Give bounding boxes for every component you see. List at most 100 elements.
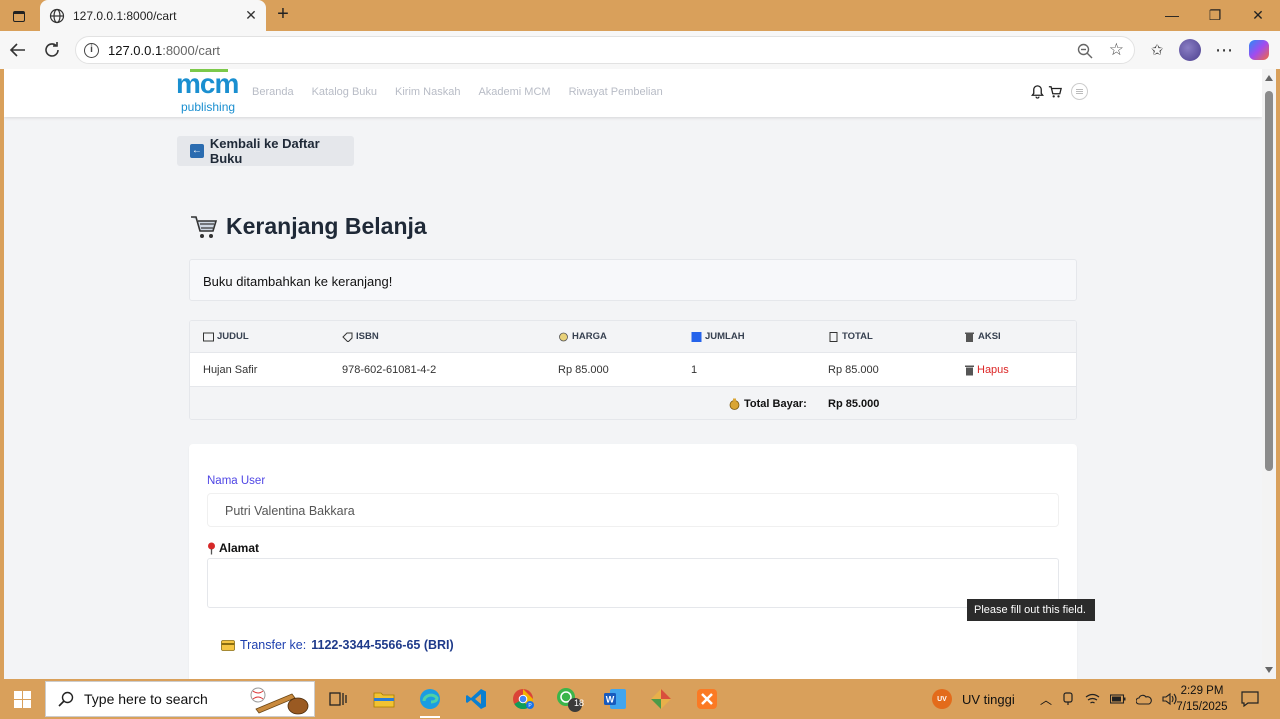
delete-label: Hapus <box>977 364 1009 376</box>
scrollbar-thumb[interactable] <box>1265 91 1273 471</box>
scroll-down-icon[interactable] <box>1265 667 1273 673</box>
price-icon <box>559 332 568 341</box>
pushpin-icon <box>208 542 215 554</box>
new-tab-button[interactable]: + <box>272 4 294 26</box>
window-frame <box>1276 69 1280 679</box>
zoom-icon[interactable] <box>1076 42 1094 60</box>
total-label: Total Bayar: <box>729 398 807 410</box>
menu-riwayat-pembelian[interactable]: Riwayat Pembelian <box>569 86 663 98</box>
vscode-icon <box>466 689 486 709</box>
tab-actions-button[interactable] <box>8 5 30 27</box>
page-scrollbar[interactable] <box>1262 69 1276 679</box>
transfer-info: Transfer ke: 1122-3344-5566-65 (BRI) <box>221 638 454 652</box>
favorite-star-icon[interactable]: ☆ <box>1109 40 1124 60</box>
file-explorer-button[interactable] <box>364 683 404 715</box>
logo-subtitle: publishing <box>181 100 236 114</box>
start-button[interactable] <box>0 679 44 719</box>
menu-beranda[interactable]: Beranda <box>252 86 294 98</box>
baseball-illustration-icon <box>250 687 309 715</box>
close-tab-icon[interactable]: ✕ <box>242 7 260 25</box>
taskbar: Type here to search P 18 W UV UV tinggi <box>0 679 1280 719</box>
meet-now-icon[interactable] <box>1062 692 1075 706</box>
uv-sun-icon: UV <box>932 689 952 709</box>
browser-tab[interactable]: 127.0.0.1:8000/cart ✕ <box>40 0 266 31</box>
bell-icon[interactable] <box>1030 84 1045 99</box>
back-to-books-button[interactable]: ← Kembali ke Daftar Buku <box>177 136 354 166</box>
refresh-icon[interactable] <box>41 39 63 61</box>
chevron-up-icon[interactable]: ︿ <box>1040 691 1052 708</box>
profile-button[interactable] <box>1176 36 1204 64</box>
success-alert: Buku ditambahkan ke keranjang! <box>189 259 1077 301</box>
alert-text: Buku ditambahkan ke keranjang! <box>203 274 393 289</box>
delete-item-button[interactable]: Hapus <box>964 364 1009 376</box>
user-name-field[interactable]: Putri Valentina Bakkara <box>207 493 1059 527</box>
menu-kirim-naskah[interactable]: Kirim Naskah <box>395 86 460 98</box>
close-window-button[interactable]: ✕ <box>1238 4 1278 26</box>
trash-icon <box>965 365 974 375</box>
avatar <box>1179 39 1201 61</box>
cart-icon[interactable] <box>1048 85 1062 99</box>
user-name-label: Nama User <box>207 475 266 487</box>
checkout-form: Nama User Putri Valentina Bakkara Alamat… <box>189 444 1077 679</box>
logo-text: mcm <box>176 69 239 99</box>
back-button-label: Kembali ke Daftar Buku <box>209 136 320 166</box>
menu-akademi-mcm[interactable]: Akademi MCM <box>478 86 550 98</box>
tab-title: 127.0.0.1:8000/cart <box>73 8 177 23</box>
th-aksi: AKSI <box>964 331 1001 342</box>
th-jumlah: JUMLAH <box>691 331 745 342</box>
th-total: TOTAL <box>828 331 873 342</box>
chat-app-button[interactable]: 18 <box>549 683 589 715</box>
clock-date: 7/15/2025 <box>1176 701 1228 713</box>
minimize-button[interactable]: — <box>1152 4 1192 26</box>
book-icon <box>203 332 214 341</box>
weather-text: UV tinggi <box>962 691 1015 707</box>
battery-icon[interactable] <box>1110 694 1126 704</box>
transfer-prefix: Transfer ke: <box>240 638 307 652</box>
weather-widget[interactable]: UV UV tinggi <box>932 679 1015 719</box>
task-view-button[interactable] <box>318 683 358 715</box>
money-bag-icon <box>729 398 740 410</box>
trash-icon <box>965 332 974 342</box>
restore-button[interactable]: ❐ <box>1195 4 1235 26</box>
svg-text:W: W <box>606 695 615 705</box>
notification-icon <box>1241 691 1259 707</box>
back-arrow-icon[interactable] <box>7 39 29 61</box>
scroll-up-icon[interactable] <box>1265 75 1273 81</box>
favorites-icon[interactable]: ✩ <box>1143 36 1171 64</box>
onedrive-icon[interactable] <box>1136 693 1152 706</box>
receipt-icon <box>829 331 838 342</box>
menu-katalog-buku[interactable]: Katalog Buku <box>312 86 377 98</box>
notifications-button[interactable] <box>1230 683 1270 715</box>
cart-table: JUDUL ISBN HARGA JUMLAH TOTAL AKSI Hujan… <box>189 320 1077 420</box>
copilot-button[interactable] <box>1245 36 1273 64</box>
shopping-cart-icon <box>191 215 218 238</box>
windows-icon <box>13 690 31 708</box>
taskbar-search[interactable]: Type here to search <box>45 681 315 717</box>
address-field[interactable] <box>207 558 1059 608</box>
site-logo[interactable]: mcm publishing <box>176 69 244 117</box>
site-info-icon[interactable]: i <box>84 43 99 58</box>
xampp-button[interactable] <box>687 683 727 715</box>
search-placeholder: Type here to search <box>84 691 208 707</box>
word-button[interactable]: W <box>595 683 635 715</box>
page-title: Keranjang Belanja <box>190 213 427 240</box>
edge-button[interactable] <box>410 683 450 718</box>
menu-toggle-icon[interactable] <box>1071 83 1088 100</box>
wifi-icon[interactable] <box>1085 693 1100 705</box>
cell-harga: Rp 85.000 <box>558 364 609 376</box>
system-tray: ︿ <box>1040 679 1178 719</box>
more-options-icon[interactable]: ⋯ <box>1210 36 1238 64</box>
url-bar[interactable]: i 127.0.0.1:8000/cart ☆ <box>75 36 1135 64</box>
site-navbar: mcm publishing Beranda Katalog Buku Kiri… <box>4 69 1262 117</box>
search-icon <box>58 691 74 707</box>
table-row: Hujan Safir 978-602-61081-4-2 Rp 85.000 … <box>190 353 1076 387</box>
cell-isbn: 978-602-61081-4-2 <box>342 364 437 376</box>
th-isbn: ISBN <box>342 331 379 342</box>
chrome-icon: P <box>513 689 534 710</box>
url-text[interactable]: 127.0.0.1:8000/cart <box>108 43 220 58</box>
git-app-button[interactable] <box>641 683 681 715</box>
edge-icon <box>420 689 440 709</box>
taskbar-clock[interactable]: 2:29 PM 7/15/2025 <box>1172 683 1232 715</box>
vscode-button[interactable] <box>456 683 496 715</box>
chrome-button[interactable]: P <box>503 683 543 715</box>
